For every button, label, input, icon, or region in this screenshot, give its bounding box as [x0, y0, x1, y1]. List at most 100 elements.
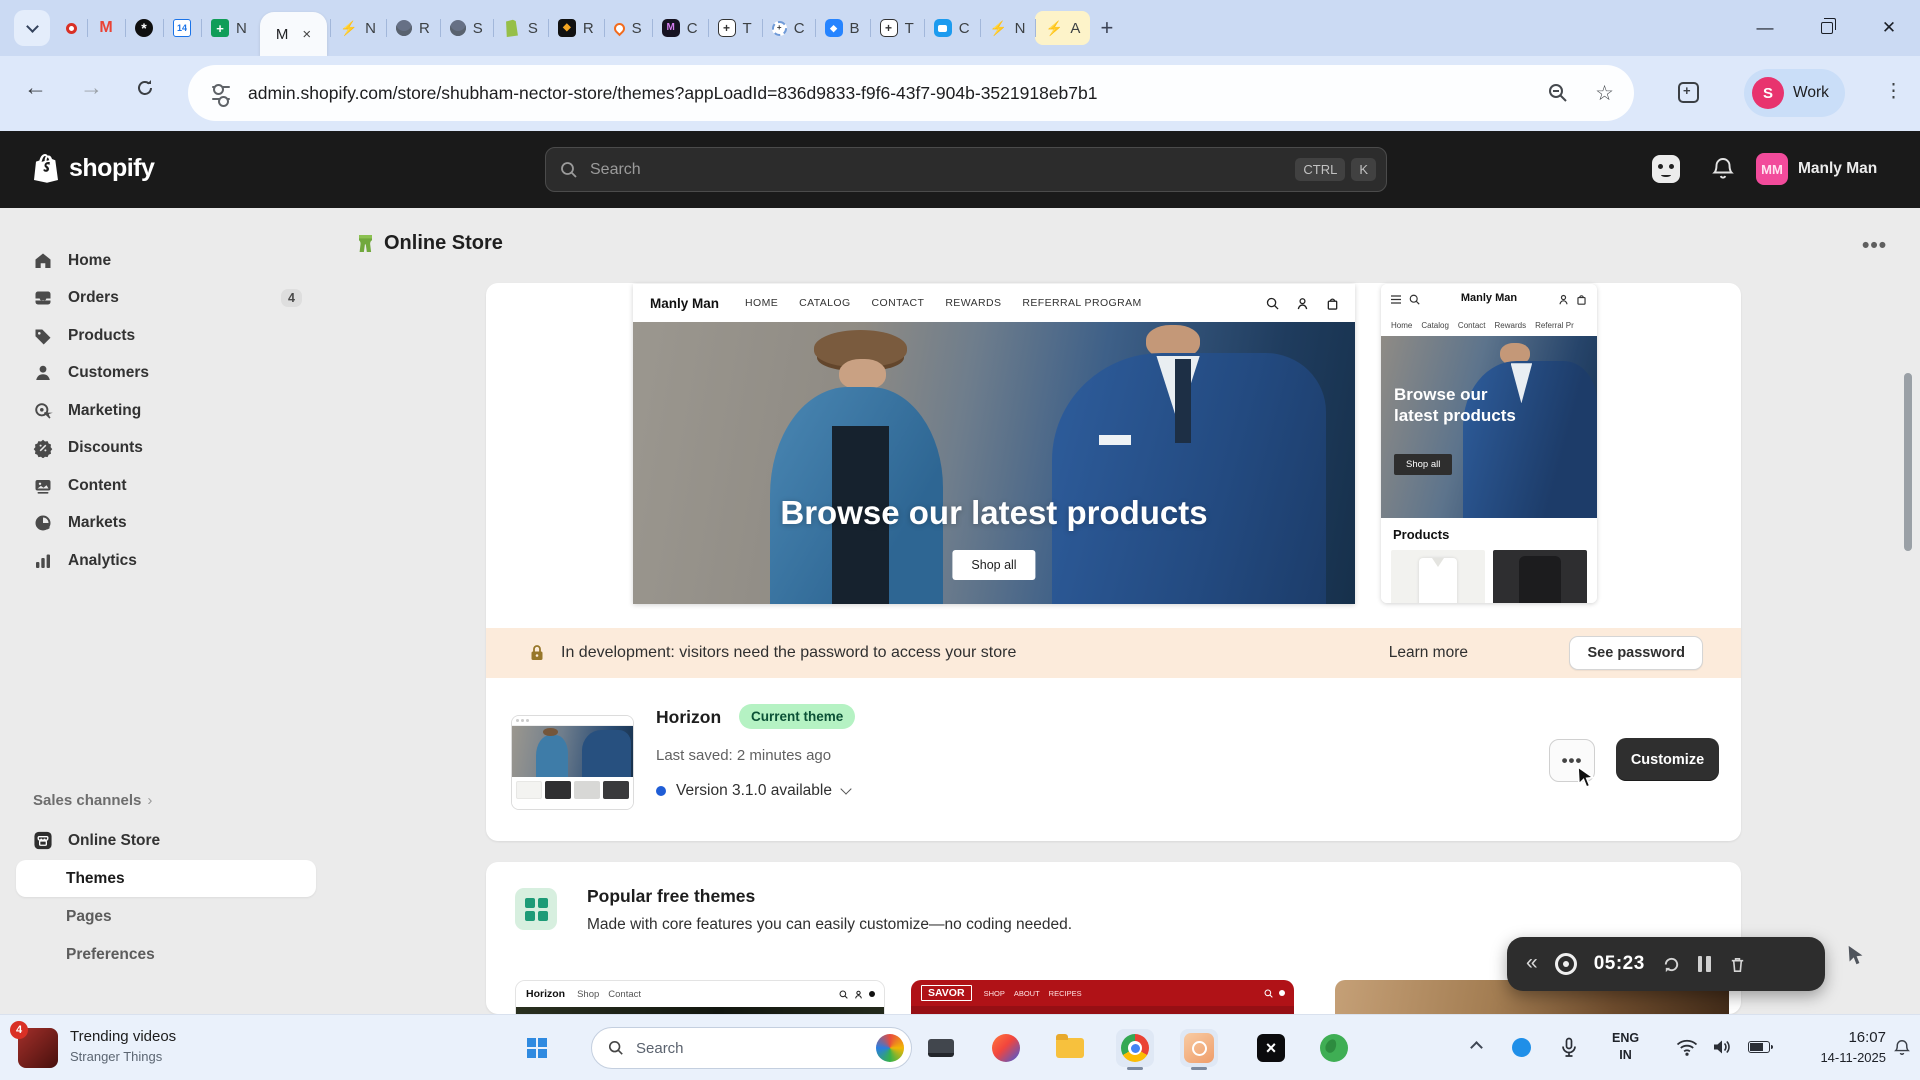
see-password-button[interactable]: See password	[1569, 636, 1703, 670]
tab-search-chevron-button[interactable]	[14, 10, 50, 46]
theme-version-row[interactable]: Version 3.1.0 available	[656, 782, 850, 800]
mobile-nav-link[interactable]: Catalog	[1421, 321, 1449, 330]
reload-button[interactable]	[135, 77, 155, 104]
pinned-tab[interactable]: R	[386, 11, 440, 45]
taskbar-app-x[interactable]: ×	[1252, 1029, 1290, 1067]
sidebar-item-themes[interactable]: Themes	[16, 860, 316, 897]
pinned-tab[interactable]: ⚡N	[980, 11, 1036, 45]
page-scrollbar[interactable]	[1904, 373, 1912, 551]
pinned-tab[interactable]: C	[924, 11, 980, 45]
pinned-tab[interactable]: +T	[708, 11, 762, 45]
sidebar-item-preferences[interactable]: Preferences	[16, 936, 316, 973]
sidebar-item-discounts[interactable]: Discounts	[16, 430, 316, 467]
new-tab-button[interactable]: +	[1100, 15, 1113, 41]
pinned-tab[interactable]: ⚡A	[1035, 11, 1090, 45]
close-button[interactable]: ✕	[1858, 0, 1920, 56]
theme-thumbnail[interactable]	[511, 715, 634, 810]
delete-recording-icon[interactable]	[1728, 955, 1747, 974]
pinned-tab[interactable]: +N	[201, 11, 257, 45]
store-nav-link[interactable]: CATALOG	[799, 297, 850, 309]
taskbar-search[interactable]: Search	[591, 1027, 912, 1069]
active-tab[interactable]: M×	[260, 12, 327, 56]
shopify-logo[interactable]: shopify	[34, 153, 154, 183]
record-indicator-icon[interactable]	[1555, 953, 1577, 975]
store-nav-link[interactable]: HOME	[745, 297, 778, 309]
microphone-icon[interactable]	[1560, 1037, 1578, 1059]
pinned-tab[interactable]: S	[440, 11, 493, 45]
desktop-store-preview[interactable]: Manly Man HOMECATALOGCONTACTREWARDSREFER…	[633, 284, 1355, 604]
admin-search-bar[interactable]: Search CTRL K	[545, 147, 1387, 192]
site-info-icon[interactable]	[212, 86, 230, 100]
back-button[interactable]: ←	[24, 74, 47, 101]
sidebar-item-content[interactable]: Content	[16, 467, 316, 504]
wifi-icon[interactable]	[1676, 1039, 1698, 1056]
pinned-tab[interactable]: +T	[870, 11, 924, 45]
sidekick-icon[interactable]	[1652, 155, 1680, 183]
page-more-actions-button[interactable]: •••	[1862, 234, 1887, 258]
browser-profile-chip[interactable]: S Work	[1744, 69, 1845, 117]
store-nav-link[interactable]: REWARDS	[945, 297, 1001, 309]
pinned-tab[interactable]: +C	[762, 11, 815, 45]
pinned-tab[interactable]	[56, 11, 87, 45]
pause-recording-icon[interactable]	[1698, 956, 1711, 972]
taskbar-app-plant[interactable]	[1315, 1029, 1353, 1067]
speaker-icon[interactable]	[1712, 1038, 1732, 1056]
pinned-tab[interactable]: ⚡N	[330, 11, 386, 45]
sidebar-item-orders[interactable]: Orders4	[16, 280, 316, 317]
free-theme-thumbnail-savor[interactable]: SAVOR SHOPABOUTRECIPES	[911, 980, 1294, 1014]
store-nav-link[interactable]: CONTACT	[872, 297, 925, 309]
pinned-tab[interactable]: M	[87, 11, 125, 45]
windows-start-button[interactable]	[527, 1038, 547, 1058]
url-text[interactable]: admin.shopify.com/store/shubham-nector-s…	[248, 83, 1098, 104]
account-menu[interactable]: MM Manly Man	[1756, 153, 1877, 185]
free-theme-thumbnail-horizon[interactable]: Horizon ShopContact	[515, 980, 885, 1014]
bookmark-star-icon[interactable]: ☆	[1595, 81, 1614, 106]
tray-expand-chevron-icon[interactable]	[1470, 1041, 1483, 1054]
zoom-out-icon[interactable]	[1547, 82, 1569, 104]
sidebar-item-home[interactable]: Home	[16, 242, 316, 279]
restore-button[interactable]	[1796, 0, 1858, 56]
forward-button[interactable]: →	[80, 74, 103, 101]
widget-title[interactable]: Trending videos	[70, 1028, 176, 1045]
pinned-tab[interactable]: S	[493, 11, 548, 45]
address-bar[interactable]: admin.shopify.com/store/shubham-nector-s…	[188, 65, 1634, 121]
mobile-shop-all-button[interactable]: Shop all	[1394, 454, 1452, 475]
sidebar-item-analytics[interactable]: Analytics	[16, 542, 316, 579]
mobile-nav-link[interactable]: Referral Pr	[1535, 321, 1574, 330]
mobile-nav-link[interactable]: Rewards	[1495, 321, 1527, 330]
notifications-icon[interactable]	[1894, 1039, 1910, 1057]
minimize-button[interactable]: —	[1734, 0, 1796, 56]
sidebar-item-markets[interactable]: $Markets	[16, 505, 316, 542]
pinned-tab[interactable]: ◆R	[548, 11, 604, 45]
shop-all-button[interactable]: Shop all	[952, 550, 1035, 580]
taskbar-app-device[interactable]	[922, 1029, 960, 1067]
pinned-tab[interactable]: MC	[652, 11, 708, 45]
restart-recording-icon[interactable]	[1662, 955, 1681, 974]
tab-close-icon[interactable]: ×	[302, 27, 311, 42]
sidebar-item-pages[interactable]: Pages	[16, 898, 316, 935]
mobile-nav-link[interactable]: Contact	[1458, 321, 1486, 330]
taskbar-clock[interactable]: 16:07 14-11-2025	[1786, 1028, 1886, 1068]
screen-recorder-toolbar[interactable]: « 05:23	[1507, 937, 1825, 991]
learn-more-link[interactable]: Learn more	[1389, 644, 1468, 662]
widget-subtitle[interactable]: Stranger Things	[70, 1049, 162, 1064]
notifications-bell-icon[interactable]	[1712, 157, 1734, 181]
taskbar-app-file-explorer[interactable]	[1051, 1029, 1089, 1067]
customize-button[interactable]: Customize	[1616, 738, 1719, 781]
pinned-tab[interactable]: 14	[163, 11, 201, 45]
pinned-tab[interactable]: *	[125, 11, 163, 45]
extensions-icon[interactable]	[1678, 82, 1699, 103]
mobile-nav-link[interactable]: Home	[1391, 321, 1412, 330]
battery-icon[interactable]	[1748, 1041, 1770, 1053]
taskbar-app-browser2[interactable]	[987, 1029, 1025, 1067]
pinned-tab[interactable]: S	[604, 11, 652, 45]
pinned-tab[interactable]: ◆B	[815, 11, 870, 45]
taskbar-app-chrome[interactable]	[1116, 1029, 1154, 1067]
taskbar-app-recorder[interactable]	[1180, 1029, 1218, 1067]
sidebar-item-marketing[interactable]: Marketing	[16, 392, 316, 429]
language-indicator[interactable]: ENG IN	[1612, 1030, 1639, 1064]
mobile-store-preview[interactable]: Manly Man HomeCatalogContactRewardsRefer…	[1381, 284, 1597, 603]
selection-tool-icon[interactable]	[1845, 944, 1867, 968]
sidebar-item-customers[interactable]: Customers	[16, 355, 316, 392]
sidebar-item-online-store[interactable]: Online Store	[16, 822, 316, 859]
